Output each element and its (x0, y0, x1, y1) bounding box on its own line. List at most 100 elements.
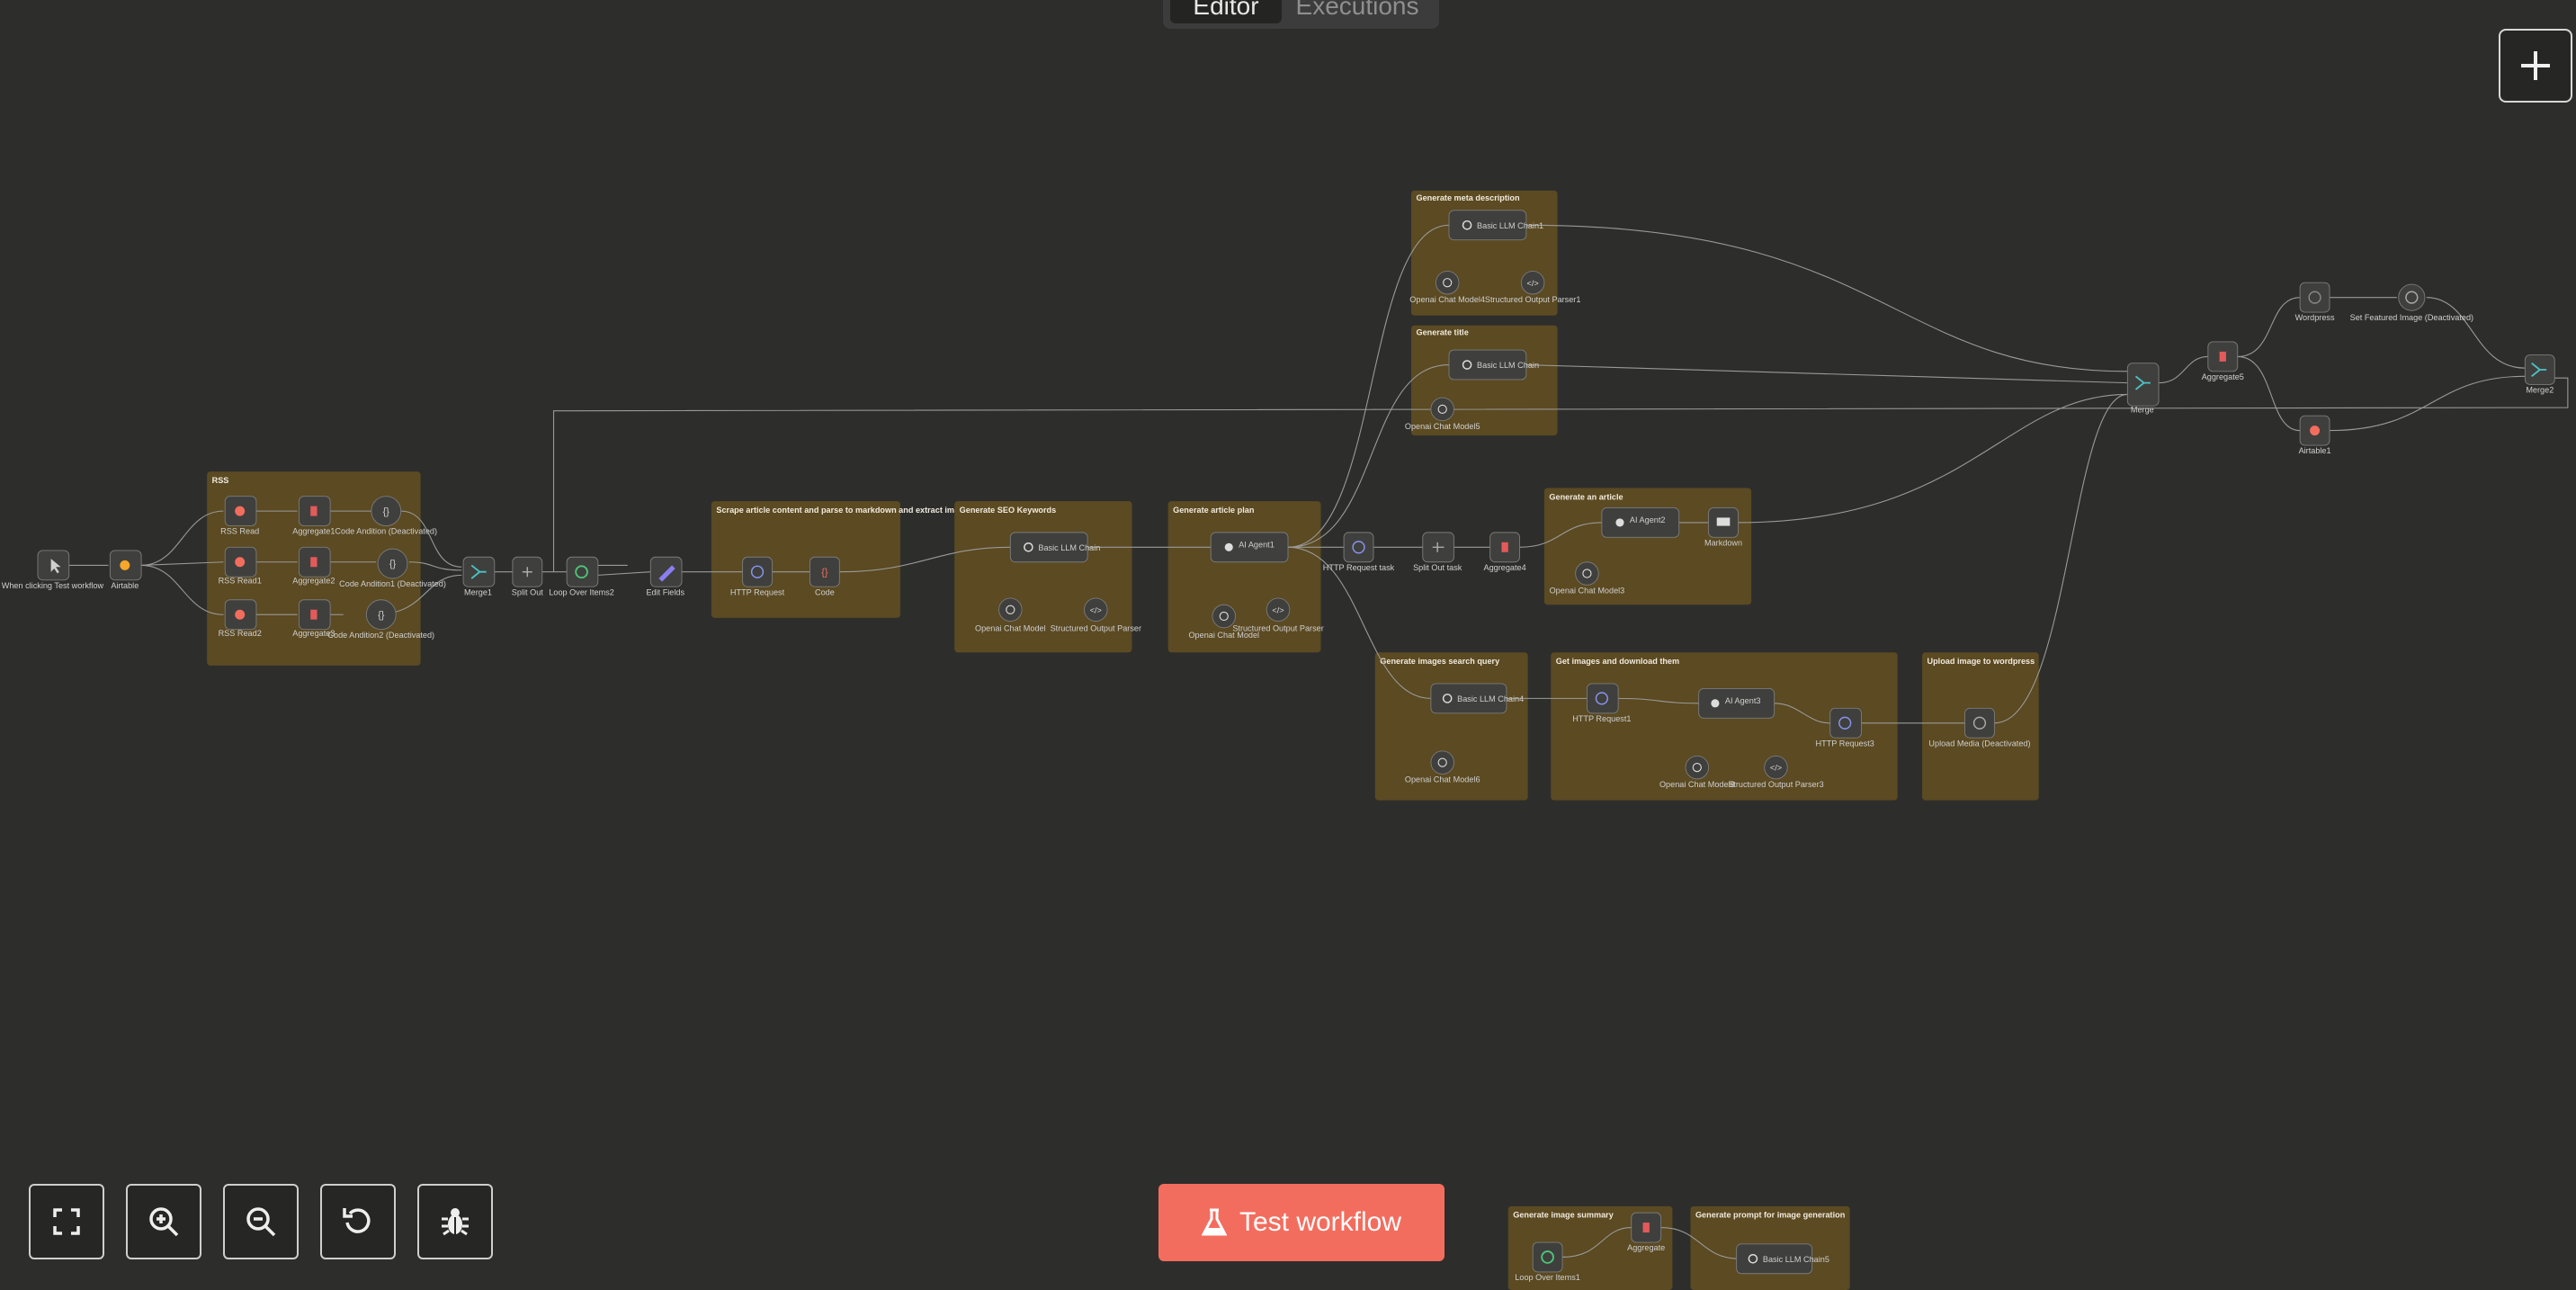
expand-icon (53, 1208, 80, 1235)
node-label: Code Andition (Deactivated) (335, 527, 437, 536)
flask-icon (1201, 1208, 1227, 1236)
node-label: Upload Media (Deactivated) (1928, 739, 2030, 748)
zoom-in-button[interactable] (126, 1184, 201, 1259)
node-label: Basic LLM Chain (1038, 543, 1100, 552)
tab-executions[interactable]: Executions (1285, 0, 1429, 23)
node-label: RSS Read (220, 527, 259, 536)
node-label: Code Andition2 (Deactivated) (327, 631, 434, 640)
sticky-label-imgquery: Generate images search query (1380, 657, 1500, 666)
node-label: Basic LLM Chain5 (1763, 1255, 1829, 1264)
node-rss2[interactable]: RSS Read1 (219, 546, 262, 585)
test-workflow-button[interactable]: Test workflow (1158, 1184, 1445, 1261)
node-rss1[interactable]: RSS Read (220, 496, 259, 536)
node-trigger[interactable]: When clicking Test workflow (2, 550, 104, 590)
node-label: Markdown (1704, 538, 1742, 547)
node-label: AI Agent1 (1239, 540, 1275, 549)
add-node-button[interactable]: + (2499, 29, 2572, 103)
node-rss3[interactable]: RSS Read2 (219, 599, 262, 638)
aggregate-icon (1501, 542, 1508, 552)
bug-icon (442, 1208, 469, 1236)
node-label: Openai Chat Model6 (1405, 775, 1480, 784)
parser-icon: </> (1272, 605, 1284, 614)
code-icon: {} (383, 506, 390, 517)
node-label: Basic LLM Chain4 (1457, 694, 1524, 703)
parser-icon: </> (1770, 764, 1782, 773)
node-label: Aggregate1 (292, 527, 335, 536)
node-editfields[interactable]: Edit Fields (646, 556, 684, 596)
sticky-title[interactable] (1410, 325, 1558, 436)
node-markdown[interactable]: Markdown (1704, 507, 1742, 547)
aggregate-icon (2219, 351, 2226, 362)
node-http2[interactable]: HTTP Request task (1323, 532, 1395, 572)
node-splitout2[interactable]: Split Out task (1413, 532, 1462, 572)
node-label: Openai Chat Model5 (1405, 422, 1480, 431)
node-merge1[interactable]: Merge1 (462, 556, 496, 596)
node-label: Basic LLM Chain1 (1477, 221, 1543, 230)
node-agg5[interactable]: Aggregate5 (2202, 341, 2244, 381)
node-label: Openai Chat Model4 (1409, 295, 1485, 304)
sticky-label-plan: Generate article plan (1173, 506, 1255, 515)
code-icon: {} (378, 610, 385, 621)
undo-icon (343, 1208, 371, 1233)
code-icon: {} (389, 559, 397, 569)
sticky-label-rss: RSS (212, 476, 229, 485)
node-label: Basic LLM Chain (1477, 361, 1539, 370)
sticky-label-imgprompt: Generate prompt for image generation (1695, 1211, 1846, 1220)
node-aiagent2[interactable]: AI Agent2 (1601, 507, 1680, 538)
node-merge2[interactable]: Merge2 (2524, 354, 2555, 395)
zoom-out-button[interactable] (223, 1184, 299, 1259)
node-label: Code (815, 587, 835, 596)
sticky-label-download: Get images and download them (1556, 657, 1679, 666)
airtable-icon (2310, 426, 2321, 436)
node-aiagent1[interactable]: AI Agent1 (1210, 532, 1289, 563)
rss-icon (235, 557, 246, 568)
node-label: Loop Over Items1 (1515, 1273, 1580, 1282)
node-agg6[interactable]: Aggregate (1627, 1212, 1665, 1252)
node-agg1[interactable]: Aggregate1 (292, 496, 335, 536)
rss-icon (235, 609, 246, 620)
robot-icon (1224, 542, 1233, 551)
node-llmseo[interactable]: Basic LLM Chain (1009, 532, 1100, 563)
node-label: Merge (2131, 406, 2154, 415)
node-label: Aggregate5 (2202, 372, 2244, 381)
sticky-scrape[interactable] (711, 501, 900, 618)
rss-icon (235, 506, 246, 516)
reset-zoom-button[interactable] (320, 1184, 396, 1259)
node-airtable2[interactable]: Airtable1 (2299, 415, 2331, 455)
fit-view-button[interactable] (29, 1184, 104, 1259)
robot-icon (1615, 518, 1624, 527)
node-label: Aggregate2 (292, 576, 335, 585)
node-merge[interactable]: Merge (2126, 363, 2160, 415)
node-label: When clicking Test workflow (2, 581, 104, 590)
aggregate-icon (310, 557, 318, 568)
node-label: Set Featured Image (Deactivated) (2350, 313, 2473, 322)
sticky-label-scrape: Scrape article content and parse to mark… (716, 506, 972, 515)
node-label: Wordpress (2295, 313, 2335, 322)
node-label: HTTP Request1 (1572, 714, 1631, 723)
test-workflow-label: Test workflow (1239, 1207, 1402, 1237)
node-agg4[interactable]: Aggregate4 (1484, 532, 1526, 572)
node-label: Structured Output Parser3 (1728, 780, 1824, 789)
workflow-canvas[interactable]: RSS Scrape article content and parse to … (0, 0, 2576, 1290)
parser-icon: </> (1090, 605, 1102, 614)
markdown-icon (1716, 517, 1731, 526)
node-label: Airtable1 (2299, 446, 2331, 455)
sticky-label-meta: Generate meta description (1416, 193, 1520, 202)
node-label: Openai Chat Model8 (1659, 780, 1735, 789)
node-llmtitle[interactable]: Basic LLM Chain (1448, 349, 1539, 381)
node-label: Merge2 (2526, 386, 2554, 395)
node-label: Structured Output Parser (1051, 623, 1141, 632)
node-aiagent3[interactable]: AI Agent3 (1698, 687, 1775, 719)
sticky-label-article: Generate an article (1549, 492, 1623, 501)
node-wordpress[interactable]: Wordpress (2295, 282, 2335, 322)
node-agg2[interactable]: Aggregate2 (292, 546, 335, 585)
tab-editor[interactable]: Editor (1170, 0, 1282, 23)
sticky-label-title: Generate title (1416, 328, 1468, 337)
node-loop[interactable]: Loop Over Items2 (549, 556, 614, 596)
node-featured[interactable]: Set Featured Image (Deactivated) (2350, 283, 2473, 322)
node-splitout[interactable]: Split Out (512, 556, 543, 596)
debug-button[interactable] (417, 1184, 493, 1259)
node-label: Structured Output Parser (1232, 623, 1323, 632)
node-airtable[interactable]: Airtable (109, 550, 142, 590)
node-label: Structured Output Parser1 (1485, 295, 1581, 304)
